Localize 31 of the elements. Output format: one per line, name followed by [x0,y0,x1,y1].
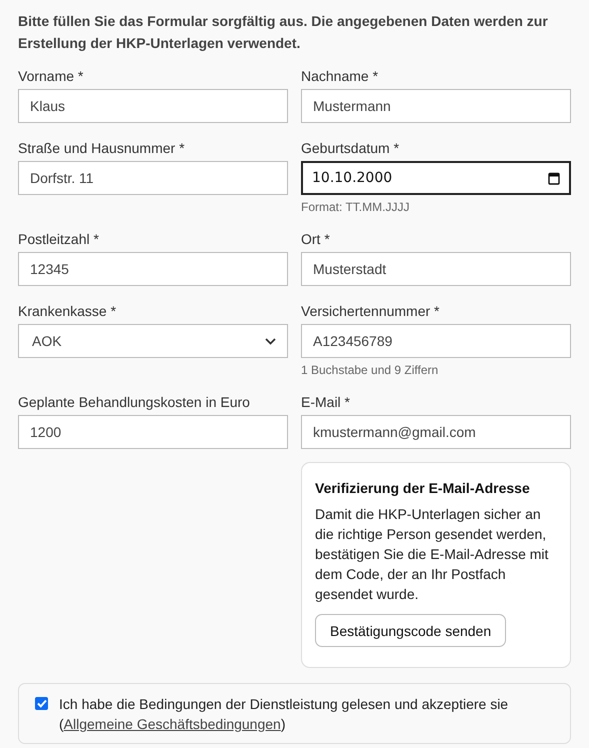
input-field[interactable]: 1200 [18,415,288,449]
checkbox[interactable] [35,697,48,710]
field-label: E-Mail * [301,393,352,411]
input-field[interactable]: kmustermann@gmail.com [301,415,571,449]
select-field[interactable]: AOK [18,324,288,358]
terms-text: Ich habe die Bedingungen der Dienstleistung gelesen und akzeptiere sie (Allgemeine Geschäftsbedingungen) [59,695,510,734]
date-field[interactable]: 10.10.2000 [301,161,571,195]
field-label: Geburtsdatum * [301,139,400,157]
send-code-button[interactable]: Bestätigungscode senden [315,614,506,647]
input-field[interactable]: A123456789 [301,324,571,358]
field-label: Versichertennummer * [301,302,441,320]
field-label: Postleitzahl * [18,230,100,248]
chevron-down-icon [265,338,276,344]
field-label: Nachname * [301,67,380,85]
field-label: Straße und Hausnummer * [18,139,186,157]
field-label: Geplante Behandlungskosten in Euro [18,393,251,411]
input-field[interactable]: Dorfstr. 11 [18,161,288,195]
terms-link[interactable]: Allgemeine Geschäftsbedingungen [64,716,281,732]
card-title: Verifizierung der E-Mail-Adresse [315,479,531,497]
hint-text: 1 Buchstabe und 9 Ziffern [301,363,440,377]
field-label: Vorname * [18,67,84,85]
intro-text: Bitte füllen Sie das Formular sorgfältig aus. Die angegebenen Daten werden zur Erstellung der HKP-Unterlagen verwendet. [18,12,549,53]
calendar-icon[interactable] [548,172,560,184]
input-field[interactable]: Klaus [18,89,288,123]
card-text: Damit die HKP-Unterlagen sicher an die richtige Person gesendet werden, bestätigen Sie die E-Mail-Adresse mit dem Code, der an Ihr Postfach gesendet wurde. [315,505,550,604]
field-label: Ort * [301,230,331,248]
input-field[interactable]: Musterstadt [301,252,571,286]
hint-text: Format: TT.MM.JJJJ [301,200,410,214]
field-label: Krankenkasse * [18,302,118,320]
input-field[interactable]: Mustermann [301,89,571,123]
input-field[interactable]: 12345 [18,252,288,286]
